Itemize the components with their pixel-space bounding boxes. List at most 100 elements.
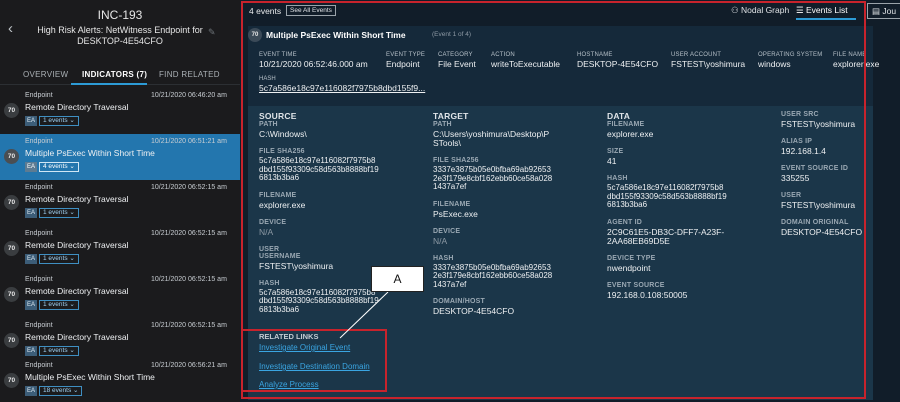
incident-title: High Risk Alerts: NetWitness Endpoint fo… [37,25,203,46]
nodal-graph-label: Nodal Graph [741,5,790,15]
nodal-graph-button[interactable]: ⚇ Nodal Graph [731,5,789,16]
event-source-id: 335255 [781,173,810,183]
meta-label: EVENT TIME [259,52,297,58]
tab-overview[interactable]: OVERVIEW [23,70,68,79]
ea-tag: EA [25,162,38,172]
events-list-button[interactable]: ☰ Events List [796,5,848,16]
indicator-item[interactable]: 70 Endpoint 10/21/2020 06:46:20 am Remot… [0,88,240,134]
meta-user-account: USER ACCOUNT FSTEST\yoshimura [671,52,745,69]
alias-ip: 192.168.1.4 [781,146,826,156]
events-dropdown[interactable]: 1 events ⌄ [39,254,79,264]
source-filename: explorer.exe [259,199,306,210]
agent-id: 2C9C61E5-DB3C-DFF7-A23F-2AA68EB69D5E [607,226,725,246]
ea-tag: EA [25,346,38,356]
field-label: PATH [433,121,452,128]
list-icon: ☰ [796,5,804,15]
event-count-group: EA 4 events ⌄ [25,162,79,172]
analyze-process-link[interactable]: Analyze Process [259,380,319,389]
tab-indicators[interactable]: INDICATORS (7) [82,70,147,79]
field-label: PATH [259,121,278,128]
source-device: N/A [259,226,274,237]
back-arrow-icon[interactable]: ‹ [8,20,13,37]
risk-score-badge: 70 [4,241,19,256]
indicator-time: 10/21/2020 06:52:15 am [151,322,227,329]
source-sha256: 5c7a586e18c97e116082f7975b8dbd155f93309c… [259,156,379,182]
indicator-time: 10/21/2020 06:52:15 am [151,230,227,237]
events-dropdown[interactable]: 1 events ⌄ [39,208,79,218]
event-count-group: EA 18 events ⌄ [25,386,83,396]
indicator-item[interactable]: 70 Endpoint 10/21/2020 06:56:21 am Multi… [0,358,240,402]
field-label: HASH [607,175,628,182]
chevron-down-icon: ⌄ [69,301,75,308]
indicator-name: Remote Directory Traversal [25,102,129,112]
meta-value: DESKTOP-4E54CFO [577,59,659,69]
user-value: FSTEST\yoshimura [781,200,856,210]
field-label: DEVICE [433,227,461,235]
meta-value: windows [758,59,791,69]
field-label: FILENAME [259,191,297,199]
extra-column: USER SRC FSTEST\yoshimura ALIAS IP 192.1… [781,111,873,237]
meta-label: ACTION [491,52,515,58]
field-label: HASH [433,254,454,262]
chevron-down-icon: ⌄ [69,209,75,216]
field-label: SIZE [607,148,624,155]
target-sha256: 3337e3875b05e0bfba69ab926532e3f179e8cbf1… [433,165,553,191]
edit-icon[interactable]: ✎ [208,27,216,38]
meta-label: EVENT TYPE [386,52,426,58]
event-score-badge: 70 [248,28,262,42]
field-label: AGENT ID [607,218,643,226]
see-all-events-button[interactable]: See All Events [286,5,336,16]
events-dropdown[interactable]: 4 events ⌄ [39,162,79,172]
indicator-source: Endpoint [25,322,53,329]
chevron-down-icon: ⌄ [69,347,75,354]
meta-value: Endpoint [386,59,420,69]
events-count: 1 events [43,117,68,124]
field-label: FILE SHA256 [259,148,305,155]
events-dropdown[interactable]: 1 events ⌄ [39,346,79,356]
field-label: USER [259,245,280,253]
investigate-destination-domain-link[interactable]: Investigate Destination Domain [259,362,370,371]
investigate-original-event-link[interactable]: Investigate Original Event [259,343,350,352]
journal-button[interactable]: ▤ Jou [867,3,900,19]
events-count: 18 events [43,387,72,394]
chevron-down-icon: ⌄ [69,163,75,170]
event-title-row: 70 Multiple PsExec Within Short Time (Ev… [248,26,873,44]
indicator-item[interactable]: 70 Endpoint 10/21/2020 06:52:15 am Remot… [0,180,240,226]
field-label: DOMAIN ORIGINAL [781,219,849,226]
source-heading: SOURCE [259,111,297,121]
field-label: FILENAME [607,121,645,128]
indicator-item[interactable]: 70 Endpoint 10/21/2020 06:52:15 am Remot… [0,226,240,272]
journal-label: Jou [882,6,897,16]
indicator-source: Endpoint [25,230,53,237]
meta-label: OPERATING SYSTEM [758,52,823,58]
event-source: 192.168.0.108:50005 [607,289,688,300]
events-toolbar: 4 events See All Events ⚇ Nodal Graph ☰ … [240,0,900,22]
risk-score-badge: 70 [4,287,19,302]
indicator-item[interactable]: 70 Endpoint 10/21/2020 06:52:15 am Remot… [0,272,240,318]
events-dropdown[interactable]: 1 events ⌄ [39,300,79,310]
risk-score-badge: 70 [4,103,19,118]
data-size: 41 [607,156,617,166]
field-label: ALIAS IP [781,138,813,145]
event-hash: HASH 5c7a586e18c97e116082f7975b8dbd155f9… [259,76,425,93]
meta-event-time: EVENT TIME 10/21/2020 06:52:46.000 am [259,52,368,69]
events-dropdown[interactable]: 1 events ⌄ [39,116,79,126]
events-count: 1 events [43,347,68,354]
incident-panel: ‹ INC-193 High Risk Alerts: NetWitness E… [0,0,240,402]
indicator-source: Endpoint [25,184,53,191]
tab-find-related[interactable]: FIND RELATED [159,70,220,79]
indicator-item-selected[interactable]: 70 Endpoint 10/21/2020 06:51:21 am Multi… [0,134,240,180]
journal-icon: ▤ [872,6,881,16]
hash-link[interactable]: 5c7a586e18c97e116082f7975b8dbd155f9... [259,83,425,93]
indicator-source: Endpoint [25,138,53,145]
meta-value: writeToExecutable [491,59,560,69]
event-position: (Event 1 of 4) [432,31,472,38]
events-dropdown[interactable]: 18 events ⌄ [39,386,83,396]
indicator-source: Endpoint [25,92,53,99]
domain-original: DESKTOP-4E54CFO [781,227,863,237]
chevron-down-icon: ⌄ [69,117,75,124]
ea-tag: EA [25,300,38,310]
field-label: USERNAME [259,252,301,260]
meta-label: FILE NAME [833,52,867,58]
field-label: EVENT SOURCE ID [781,165,849,172]
